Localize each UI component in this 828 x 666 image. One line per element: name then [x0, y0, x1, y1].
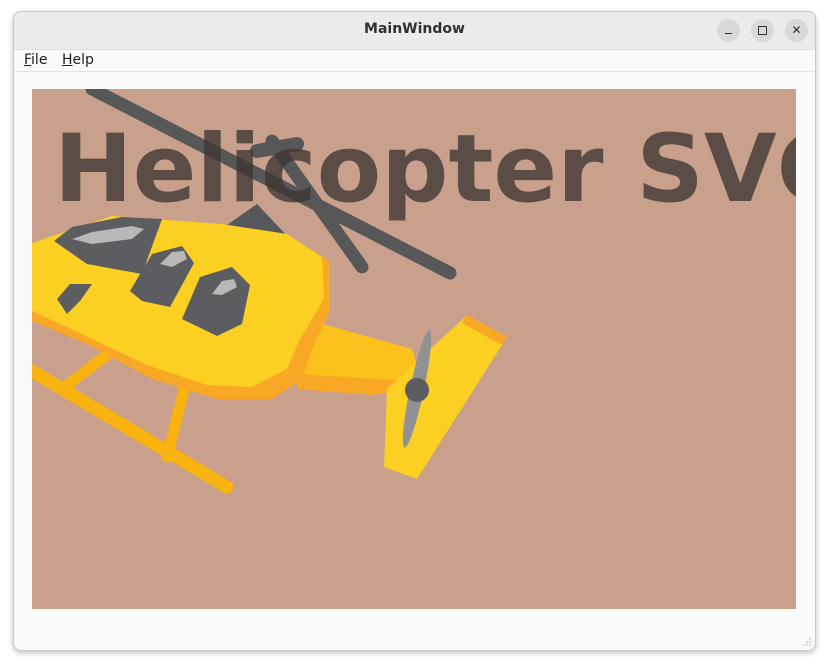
- tail-rotor-hub: [405, 378, 429, 402]
- menu-bar: File Help: [14, 50, 815, 72]
- maximize-button[interactable]: [751, 19, 774, 42]
- maximize-icon: [758, 26, 767, 35]
- menu-help-mnemonic: H: [62, 52, 73, 68]
- title-bar[interactable]: MainWindow ✕: [14, 12, 815, 50]
- svg-view: Helicopter SVG: [32, 89, 796, 609]
- main-window: MainWindow ✕ File Help Helicopter SVG: [13, 11, 816, 651]
- menu-file-mnemonic: F: [24, 52, 32, 68]
- window-title: MainWindow: [364, 21, 465, 37]
- resize-grip-icon[interactable]: [802, 637, 812, 647]
- svg-heading: Helicopter SVG: [54, 115, 796, 224]
- close-button[interactable]: ✕: [785, 19, 808, 42]
- menu-file-label: ile: [31, 52, 48, 68]
- close-icon: ✕: [791, 23, 802, 37]
- minimize-button[interactable]: [717, 19, 740, 42]
- menu-file[interactable]: File: [24, 52, 47, 68]
- tail-fin: [384, 315, 507, 479]
- menu-help-label: elp: [72, 52, 94, 68]
- minimize-icon: [725, 33, 732, 34]
- menu-help[interactable]: Help: [62, 52, 94, 68]
